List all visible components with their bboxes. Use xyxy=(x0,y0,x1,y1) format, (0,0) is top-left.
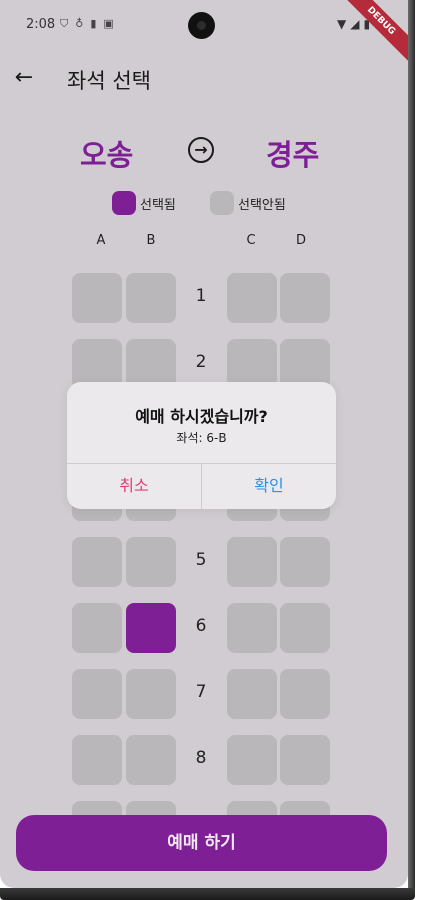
camera-cutout xyxy=(188,12,215,39)
app-icon: ▣ xyxy=(103,17,114,30)
seat-8-c[interactable] xyxy=(227,735,277,785)
arrival-station: 경주 xyxy=(266,138,320,172)
legend-unselected: 선택안됨 xyxy=(210,191,286,215)
row-number: 8 xyxy=(195,748,207,768)
column-label-c: C xyxy=(246,233,256,248)
seat-6-b[interactable] xyxy=(126,603,176,653)
seat-1-d[interactable] xyxy=(280,273,330,323)
book-button[interactable]: 예매 하기 xyxy=(16,815,387,871)
status-notification-icons: ⛉ ♁ ▮ ▣ xyxy=(60,17,114,31)
status-time: 2:08 xyxy=(26,17,56,32)
confirm-dialog: 예매 하시겠습니까? 좌석: 6-B 취소 확인 xyxy=(67,382,336,509)
departure-station: 오송 xyxy=(80,138,134,172)
seat-1-c[interactable] xyxy=(227,273,277,323)
seat-6-c[interactable] xyxy=(227,603,277,653)
cancel-button[interactable]: 취소 xyxy=(67,463,201,509)
system-status-icons: ▼ ◢ ▮ xyxy=(337,17,370,31)
legend-unselected-label: 선택안됨 xyxy=(238,197,286,213)
column-label-b: B xyxy=(146,233,156,248)
confirm-button[interactable]: 확인 xyxy=(202,463,336,509)
row-number: 1 xyxy=(195,286,207,306)
sd-card-icon: ▮ xyxy=(90,17,97,30)
seat-7-a[interactable] xyxy=(72,669,122,719)
seat-8-a[interactable] xyxy=(72,735,122,785)
row-number: 5 xyxy=(195,550,207,570)
seat-5-d[interactable] xyxy=(280,537,330,587)
seat-8-d[interactable] xyxy=(280,735,330,785)
seat-5-c[interactable] xyxy=(227,537,277,587)
arrow-right-circle-icon: → xyxy=(188,137,214,163)
dialog-message: 좌석: 6-B xyxy=(176,431,227,445)
legend-selected: 선택됨 xyxy=(112,191,176,215)
row-number: 7 xyxy=(195,682,207,702)
device-edge xyxy=(408,0,415,888)
column-label-a: A xyxy=(96,233,106,248)
seat-7-d[interactable] xyxy=(280,669,330,719)
back-arrow-icon[interactable]: ← xyxy=(12,66,36,90)
legend-unselected-swatch xyxy=(210,191,234,215)
seat-8-b[interactable] xyxy=(126,735,176,785)
dialog-title: 예매 하시겠습니까? xyxy=(135,407,268,426)
debug-banner: DEBUG xyxy=(335,0,408,67)
column-label-d: D xyxy=(295,233,306,248)
shield-icon: ⛉ xyxy=(60,17,69,30)
device-edge-bottom xyxy=(0,888,415,900)
seat-5-a[interactable] xyxy=(72,537,122,587)
legend-selected-swatch xyxy=(112,191,136,215)
seat-7-c[interactable] xyxy=(227,669,277,719)
seat-6-d[interactable] xyxy=(280,603,330,653)
page-title: 좌석 선택 xyxy=(67,69,151,93)
signal-icon: ◢ xyxy=(350,17,360,31)
row-number: 6 xyxy=(195,616,207,636)
wifi-icon: ▼ xyxy=(337,17,347,31)
mic-icon: ♁ xyxy=(75,17,84,30)
seat-5-b[interactable] xyxy=(126,537,176,587)
seat-6-a[interactable] xyxy=(72,603,122,653)
seat-7-b[interactable] xyxy=(126,669,176,719)
seat-1-a[interactable] xyxy=(72,273,122,323)
legend-selected-label: 선택됨 xyxy=(140,197,176,213)
row-number: 2 xyxy=(195,352,207,372)
phone-screen: 2:08 ⛉ ♁ ▮ ▣ ▼ ◢ ▮ DEBUG ← 좌석 선택 오송 → 경주… xyxy=(0,0,408,888)
seat-1-b[interactable] xyxy=(126,273,176,323)
